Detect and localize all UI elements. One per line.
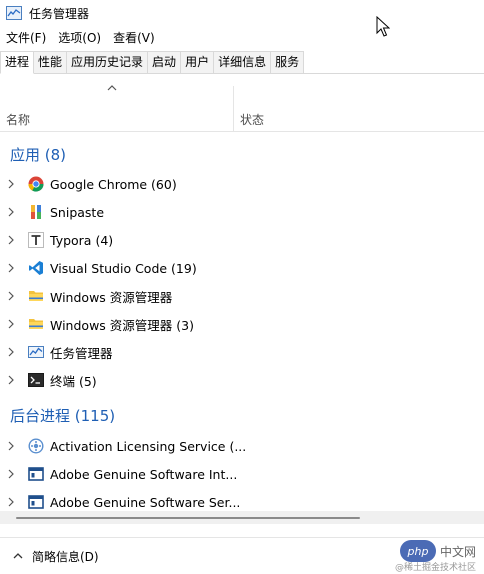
scrollbar-thumb[interactable] bbox=[16, 517, 360, 519]
process-row[interactable]: Typora (4) bbox=[0, 226, 484, 254]
tab-details[interactable]: 详细信息 bbox=[214, 51, 272, 73]
process-row[interactable]: Adobe Genuine Software Int... bbox=[0, 460, 484, 488]
process-name: Typora (4) bbox=[50, 232, 114, 248]
watermark: php 中文网 @稀土掘金技术社区 bbox=[395, 540, 476, 573]
tab-startup[interactable]: 启动 bbox=[148, 51, 182, 73]
chevron-right-icon[interactable] bbox=[5, 206, 17, 218]
tab-app-history[interactable]: 应用历史记录 bbox=[67, 51, 149, 73]
task-manager-icon bbox=[28, 344, 44, 360]
title-bar: 任务管理器 bbox=[0, 0, 484, 26]
window-title: 任务管理器 bbox=[29, 6, 90, 21]
section-apps-title: 应用 (8) bbox=[10, 146, 67, 164]
chevron-up-icon[interactable] bbox=[12, 550, 24, 562]
process-name: Snipaste bbox=[50, 204, 105, 220]
menu-options[interactable]: 选项(O) bbox=[52, 28, 107, 48]
tab-strip: 进程 性能 应用历史记录 启动 用户 详细信息 服务 bbox=[0, 51, 484, 74]
chevron-right-icon[interactable] bbox=[5, 346, 17, 358]
column-header: 名称 状态 bbox=[0, 80, 484, 132]
process-name: 任务管理器 bbox=[50, 345, 113, 361]
process-name: Windows 资源管理器 bbox=[50, 289, 173, 305]
process-row[interactable]: Windows 资源管理器 bbox=[0, 282, 484, 310]
typora-icon bbox=[28, 232, 44, 248]
chevron-right-icon[interactable] bbox=[5, 178, 17, 190]
process-name: Activation Licensing Service (... bbox=[50, 438, 247, 454]
app-window-icon bbox=[28, 494, 44, 510]
menu-view[interactable]: 查看(V) bbox=[107, 28, 161, 48]
tab-users[interactable]: 用户 bbox=[181, 51, 215, 73]
app-window-icon bbox=[28, 466, 44, 482]
column-status[interactable]: 状态 bbox=[240, 111, 264, 128]
menu-bar: 文件(F) 选项(O) 查看(V) bbox=[0, 28, 161, 48]
mouse-cursor-icon bbox=[376, 16, 390, 37]
chevron-right-icon[interactable] bbox=[5, 496, 17, 508]
process-row[interactable]: 任务管理器 bbox=[0, 338, 484, 366]
folder-icon bbox=[28, 316, 44, 332]
task-manager-icon bbox=[6, 6, 22, 20]
process-row[interactable]: 终端 (5) bbox=[0, 366, 484, 394]
chevron-right-icon[interactable] bbox=[5, 318, 17, 330]
vscode-icon bbox=[28, 260, 44, 276]
process-name: Adobe Genuine Software Ser... bbox=[50, 494, 241, 510]
watermark-subtext: @稀土掘金技术社区 bbox=[394, 563, 476, 573]
process-name: Google Chrome (60) bbox=[50, 176, 177, 192]
chevron-right-icon[interactable] bbox=[5, 262, 17, 274]
tab-performance[interactable]: 性能 bbox=[34, 51, 68, 73]
horizontal-scrollbar[interactable] bbox=[0, 511, 484, 524]
process-row[interactable]: Google Chrome (60) bbox=[0, 170, 484, 198]
tab-services[interactable]: 服务 bbox=[271, 51, 305, 73]
process-row[interactable]: Snipaste bbox=[0, 198, 484, 226]
gear-service-icon bbox=[28, 438, 44, 454]
chevron-right-icon[interactable] bbox=[5, 440, 17, 452]
process-row[interactable]: Visual Studio Code (19) bbox=[0, 254, 484, 282]
menu-file[interactable]: 文件(F) bbox=[0, 28, 52, 48]
process-name: 终端 (5) bbox=[50, 373, 97, 389]
process-row[interactable]: Windows 资源管理器 (3) bbox=[0, 310, 484, 338]
terminal-icon bbox=[28, 372, 44, 388]
chevron-right-icon[interactable] bbox=[5, 234, 17, 246]
process-name: Adobe Genuine Software Int... bbox=[50, 466, 238, 482]
process-name: Windows 资源管理器 (3) bbox=[50, 317, 194, 333]
process-row[interactable]: Activation Licensing Service (... bbox=[0, 432, 484, 460]
watermark-site: 中文网 bbox=[439, 544, 476, 559]
sort-ascending-icon[interactable] bbox=[106, 84, 118, 92]
fewer-details-button[interactable]: 简略信息(D) bbox=[32, 548, 99, 565]
folder-icon bbox=[28, 288, 44, 304]
column-divider[interactable] bbox=[233, 86, 234, 132]
tab-processes[interactable]: 进程 bbox=[0, 51, 35, 74]
chevron-right-icon[interactable] bbox=[5, 290, 17, 302]
snipaste-icon bbox=[28, 204, 44, 220]
column-name[interactable]: 名称 bbox=[6, 111, 30, 128]
process-name: Visual Studio Code (19) bbox=[50, 260, 197, 276]
chevron-right-icon[interactable] bbox=[5, 468, 17, 480]
php-logo: php bbox=[399, 540, 436, 562]
chevron-right-icon[interactable] bbox=[5, 374, 17, 386]
section-background-title: 后台进程 (115) bbox=[10, 407, 116, 425]
chrome-icon bbox=[28, 176, 44, 192]
